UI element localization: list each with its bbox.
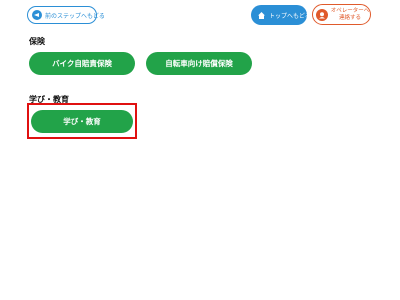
contact-operator-label: オペレーターへ 連絡する: [330, 8, 370, 21]
bike-liability-insurance-button[interactable]: バイク自賠責保険: [29, 52, 135, 75]
header-bar: 前のステップへもどる トップへもどる オペレーターへ 連絡する: [0, 0, 400, 30]
arrow-left-icon: [32, 10, 42, 20]
home-button[interactable]: トップへもどる: [251, 5, 311, 25]
operator-headset-icon: [316, 8, 328, 21]
back-button[interactable]: 前のステップへもどる: [27, 6, 105, 24]
learning-education-button[interactable]: 学び・教育: [31, 110, 133, 133]
bicycle-liability-insurance-button[interactable]: 自転車向け賠償保険: [146, 52, 252, 75]
contact-operator-button[interactable]: オペレーターへ 連絡する: [312, 4, 371, 25]
home-button-label: トップへもどる: [269, 12, 311, 20]
home-icon: [257, 11, 266, 20]
section-title-insurance: 保険: [29, 37, 45, 46]
back-button-label: 前のステップへもどる: [45, 12, 105, 20]
